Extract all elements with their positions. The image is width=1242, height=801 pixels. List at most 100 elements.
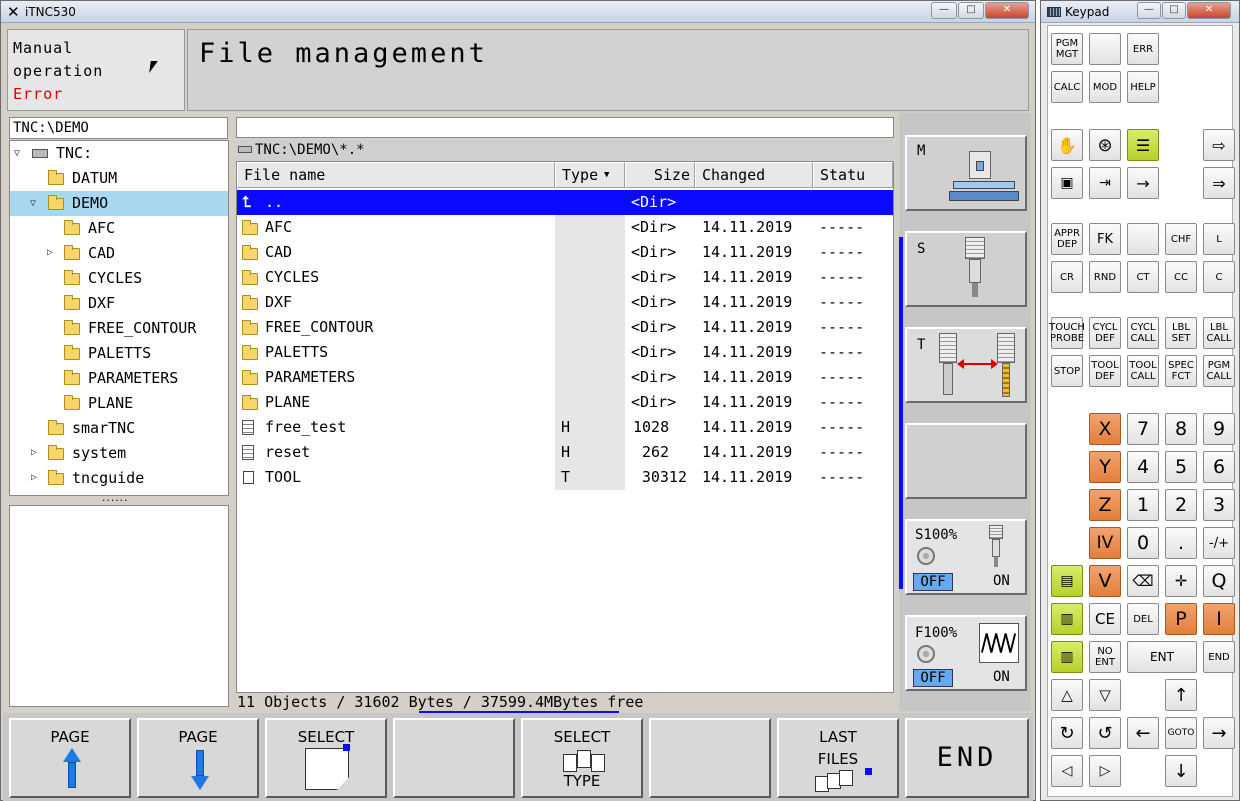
keypad-close-button[interactable]: ✕ [1187,2,1231,19]
tree-item-smartnc[interactable]: smarTNC [72,416,135,441]
expanded-icon[interactable]: ▽ [14,148,20,159]
tree-item-free-contour[interactable]: FREE_CONTOUR [88,316,196,341]
end-softkey[interactable]: END [905,718,1029,798]
column-header-changed[interactable]: Changed [695,162,813,188]
tree-item-datum[interactable]: DATUM [72,166,117,191]
collapsed-icon[interactable]: ▷ [47,247,53,258]
y-axis-key[interactable]: Y [1089,451,1121,483]
collapsed-icon[interactable]: ▷ [31,472,37,483]
c-key[interactable]: C [1203,261,1235,293]
page-down-softkey[interactable]: PAGE [137,718,259,798]
tree-splitter[interactable]: ...... [101,494,128,504]
hand-mode-icon[interactable]: ✋ [1051,129,1083,161]
digit-3-key[interactable]: 3 [1203,489,1235,521]
z-axis-key[interactable]: Z [1089,489,1121,521]
blank-key[interactable] [1127,223,1159,255]
tree-item-plane[interactable]: PLANE [88,391,133,416]
arrow-up-icon[interactable]: ↑ [1165,679,1197,711]
soft-key-row-up-icon[interactable]: ▥ [1051,603,1083,635]
decimal-point-key[interactable]: . [1165,527,1197,559]
single-block-icon[interactable]: ⇥ [1089,167,1121,199]
directory-tree[interactable]: ▽ TNC: DATUM ▽ DEMO AFC ▷ CAD CYCLES DXF… [9,140,229,496]
column-header-name[interactable]: File name [237,162,555,188]
q-key[interactable]: Q [1203,565,1235,597]
chf-key[interactable]: CHF [1165,223,1197,255]
triangle-right-icon[interactable]: ▷ [1089,755,1121,787]
stop-key[interactable]: STOP [1051,355,1083,387]
tree-item-demo[interactable]: DEMO [72,191,108,216]
lbl-set-key[interactable]: LBL SET [1165,317,1197,349]
column-header-type[interactable]: Type ▼ [555,162,625,188]
select-type-softkey[interactable]: SELECT TYPE [521,718,643,798]
full-sequence-icon[interactable]: → [1127,167,1159,199]
digit-9-key[interactable]: 9 [1203,413,1235,445]
program-edit-icon[interactable]: ⇨ [1203,129,1235,161]
help-key[interactable]: HELP [1127,71,1159,103]
table-row[interactable]: PLANE <Dir> 14.11.2019 ----- [237,390,893,415]
arrow-left-icon[interactable]: ← [1127,717,1159,749]
tool-call-key[interactable]: TOOL CALL [1127,355,1159,387]
p-key[interactable]: P [1165,603,1197,635]
tree-item-dxf[interactable]: DXF [88,291,115,316]
column-header-size[interactable]: Size [625,162,695,188]
select-softkey[interactable]: SELECT [265,718,387,798]
digit-6-key[interactable]: 6 [1203,451,1235,483]
minimize-button[interactable]: — [931,2,957,19]
cc-key[interactable]: CC [1165,261,1197,293]
tree-item-cad[interactable]: CAD [88,241,115,266]
no-ent-key[interactable]: NO ENT [1089,641,1121,673]
tree-item-tnc[interactable]: TNC: [56,141,92,166]
pgm-mgt-key[interactable]: PGM MGT [1051,33,1083,65]
page-up-triangle-icon[interactable]: △ [1051,679,1083,711]
cycl-call-key[interactable]: CYCL CALL [1127,317,1159,349]
handwheel-mode-icon[interactable]: ⊛ [1089,129,1121,161]
program-test-icon[interactable]: ⇒ [1203,167,1235,199]
table-row[interactable]: free_test H 1028 14.11.2019 ----- [237,415,893,440]
digit-8-key[interactable]: 8 [1165,413,1197,445]
table-row[interactable]: FREE_CONTOUR <Dir> 14.11.2019 ----- [237,315,893,340]
digit-7-key[interactable]: 7 [1127,413,1159,445]
tree-item-parameters[interactable]: PARAMETERS [88,366,178,391]
empty-softkey[interactable] [393,718,515,798]
side-s-button[interactable]: S [905,231,1027,307]
touch-probe-key[interactable]: TOUCH PROBE [1049,317,1085,349]
digit-1-key[interactable]: 1 [1127,489,1159,521]
tree-item-afc[interactable]: AFC [88,216,115,241]
err-key[interactable]: ERR [1127,33,1159,65]
x-axis-key[interactable]: X [1089,413,1121,445]
feed-off-toggle[interactable]: OFF [913,669,953,687]
main-titlebar[interactable]: ✕ iTNC530 — □ ✕ [1,1,1035,23]
digit-4-key[interactable]: 4 [1127,451,1159,483]
last-files-softkey[interactable]: LAST FILES [777,718,899,798]
end-key[interactable]: END [1203,641,1235,673]
table-row[interactable]: ⮤ .. <Dir> [237,190,893,215]
tree-item-paletts[interactable]: PALETTS [88,341,151,366]
expanded-icon[interactable]: ▽ [30,198,36,209]
rotate-right-icon[interactable]: ↺ [1089,717,1121,749]
test-run-icon[interactable]: ▣ [1051,167,1083,199]
empty-softkey-2[interactable] [649,718,771,798]
feed-on-toggle[interactable]: ON [993,669,1010,685]
feed-override[interactable]: F100% OFF ON [905,615,1027,691]
table-row[interactable]: reset H 262 14.11.2019 ----- [237,440,893,465]
collapsed-icon[interactable]: ▷ [31,447,37,458]
spindle-override[interactable]: S100% OFF ON [905,519,1027,595]
ct-key[interactable]: CT [1127,261,1159,293]
backspace-icon[interactable]: ⌫ [1127,565,1159,597]
ce-key[interactable]: CE [1089,603,1121,635]
maximize-button[interactable]: □ [958,2,984,19]
keypad-titlebar[interactable]: Keypad — □ ✕ [1041,1,1239,23]
line-key[interactable]: L [1203,223,1235,255]
tree-item-cycles[interactable]: CYCLES [88,266,142,291]
blank-key[interactable] [1089,33,1121,65]
digit-0-key[interactable]: 0 [1127,527,1159,559]
digit-5-key[interactable]: 5 [1165,451,1197,483]
appr-dep-key[interactable]: APPR DEP [1051,223,1083,255]
side-m-button[interactable]: M [905,135,1027,211]
spindle-on-toggle[interactable]: ON [993,573,1010,589]
page-down-triangle-icon[interactable]: ▽ [1089,679,1121,711]
table-row[interactable]: CAD <Dir> 14.11.2019 ----- [237,240,893,265]
table-row[interactable]: PALETTS <Dir> 14.11.2019 ----- [237,340,893,365]
close-button[interactable]: ✕ [985,2,1029,19]
sign-key[interactable]: -/+ [1203,527,1235,559]
